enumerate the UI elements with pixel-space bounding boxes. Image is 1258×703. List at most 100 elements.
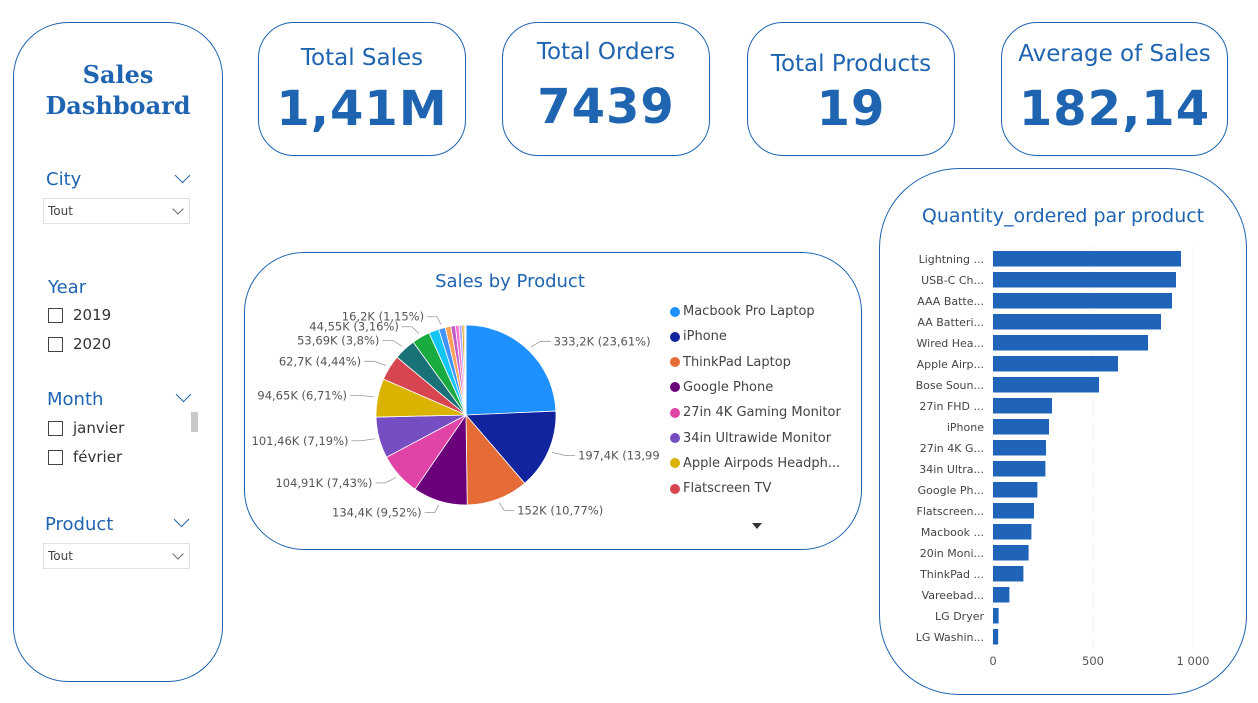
kpi-card-average-sales: Average of Sales 182,14: [1001, 22, 1228, 156]
legend-item[interactable]: ThinkPad Laptop: [670, 355, 791, 370]
bar[interactable]: [993, 503, 1034, 519]
bar-category-label: ThinkPad ...: [919, 568, 984, 581]
bar-category-label: 20in Moni...: [920, 547, 984, 560]
bar-category-label: iPhone: [947, 421, 984, 434]
leader-line: [350, 394, 374, 398]
legend-dot: [670, 331, 680, 342]
sales-by-product-visual: Sales by Product 333,2K (23,61%) 197,4K (…: [244, 252, 862, 550]
bar[interactable]: [993, 524, 1032, 540]
bar[interactable]: [993, 629, 999, 645]
legend-label: iPhone: [683, 329, 727, 345]
year-option-2019[interactable]: 2019: [48, 306, 111, 324]
legend-item[interactable]: 34in Ultrawide Monitor: [670, 431, 831, 446]
legend-dot: [670, 483, 680, 494]
quantity-ordered-visual: Quantity_ordered par product Lightning .…: [879, 168, 1247, 695]
leader-line: [382, 339, 403, 347]
checkbox[interactable]: [48, 336, 63, 352]
legend-item[interactable]: iPhone: [670, 329, 727, 344]
bar-category-label: AAA Batte...: [917, 295, 984, 308]
pie-chart[interactable]: 333,2K (23,61%) 197,4K (13,99%) 152K (10,7…: [245, 281, 660, 551]
legend-scroll-down-icon[interactable]: [752, 523, 762, 529]
pie-data-label: 197,4K (13,99%): [578, 449, 660, 463]
kpi-value: 7439: [537, 79, 675, 135]
kpi-value: 1,41M: [276, 81, 448, 137]
bar-category-label: Google Ph...: [918, 484, 984, 497]
bar-category-label: 27in 4K G...: [920, 442, 984, 455]
year-option-2020[interactable]: 2020: [48, 335, 111, 353]
pie-data-label: 62,7K (4,44%): [279, 354, 361, 368]
bar[interactable]: [993, 314, 1161, 330]
legend-label: Macbook Pro Laptop: [683, 304, 815, 319]
legend-dot: [670, 458, 680, 469]
bar[interactable]: [993, 293, 1172, 309]
legend-label: 27in 4K Gaming Monitor: [683, 405, 841, 421]
bar[interactable]: [993, 587, 1010, 603]
leader-line: [424, 504, 440, 514]
month-option-janvier[interactable]: janvier: [48, 419, 124, 437]
pie-data-label: 101,46K (7,19%): [252, 434, 349, 448]
bar[interactable]: [993, 335, 1148, 351]
kpi-title: Average of Sales: [1018, 41, 1211, 67]
legend-item[interactable]: Flatscreen TV: [670, 481, 771, 496]
checkbox[interactable]: [48, 420, 63, 436]
legend-dot: [670, 357, 680, 368]
leader-line: [498, 502, 515, 511]
bar[interactable]: [993, 398, 1052, 414]
kpi-title: Total Sales: [300, 45, 424, 71]
leader-line: [401, 326, 420, 334]
bar[interactable]: [993, 272, 1176, 288]
kpi-card-total-products: Total Products 19: [747, 22, 955, 156]
pie-data-label: 134,4K (9,52%): [332, 506, 422, 520]
leader-line: [427, 316, 442, 325]
leader-line: [375, 477, 397, 484]
kpi-card-total-orders: Total Orders 7439: [502, 22, 710, 156]
legend-label: ThinkPad Laptop: [683, 354, 791, 370]
legend-label: 34in Ultrawide Monitor: [683, 430, 832, 446]
bar[interactable]: [993, 377, 1099, 393]
x-tick-label: 0: [989, 654, 996, 668]
bar-category-label: 34in Ultra...: [919, 463, 984, 476]
bar[interactable]: [993, 545, 1029, 561]
checkbox[interactable]: [48, 307, 63, 323]
legend-dot: [670, 433, 680, 443]
chevron-down-icon[interactable]: [174, 167, 191, 184]
month-scrollbar[interactable]: [191, 412, 198, 432]
month-option-fevrier[interactable]: février: [48, 448, 122, 466]
month-slicer-label: Month: [47, 389, 104, 410]
leader-line: [530, 340, 551, 348]
bar-category-label: USB-C Ch...: [921, 274, 984, 287]
pie-data-label: 53,69K (3,8%): [297, 333, 379, 347]
pie-data-label: 152K (10,77%): [517, 503, 603, 517]
kpi-card-total-sales: Total Sales 1,41M: [258, 22, 466, 156]
bar-category-label: Lightning ...: [919, 253, 984, 266]
bar[interactable]: [993, 461, 1046, 477]
leader-line: [552, 451, 576, 456]
kpi-value: 19: [816, 81, 886, 137]
chevron-down-icon[interactable]: [175, 386, 192, 403]
bar[interactable]: [993, 608, 999, 624]
legend-item[interactable]: 27in 4K Gaming Monitor: [670, 405, 841, 420]
checkbox[interactable]: [48, 449, 63, 465]
chevron-down-icon[interactable]: [173, 511, 190, 528]
bar-category-label: Wired Hea...: [917, 337, 985, 350]
legend-dot: [670, 306, 680, 317]
legend-item[interactable]: Apple Airpods Headph...: [670, 456, 840, 471]
pie-slice[interactable]: [465, 324, 557, 416]
bar[interactable]: [993, 419, 1049, 435]
city-slicer-label: City: [46, 169, 82, 190]
product-dropdown[interactable]: Tout: [43, 543, 190, 569]
legend-item[interactable]: Google Phone: [670, 380, 773, 395]
bar-chart[interactable]: Lightning ... USB-C Ch... AAA Batte... AA B…: [880, 169, 1246, 679]
bar[interactable]: [993, 566, 1024, 582]
leader-line: [351, 438, 376, 442]
bar-category-label: AA Batteri...: [917, 316, 984, 329]
bar-category-label: LG Washin...: [916, 631, 984, 644]
city-dropdown[interactable]: Tout: [43, 198, 190, 224]
bar[interactable]: [993, 251, 1181, 267]
legend-item[interactable]: Macbook Pro Laptop: [670, 304, 815, 319]
bar[interactable]: [993, 482, 1038, 498]
year-slicer-label: Year: [48, 277, 87, 298]
bar[interactable]: [993, 440, 1046, 456]
leader-line: [364, 360, 387, 366]
bar[interactable]: [993, 356, 1118, 372]
